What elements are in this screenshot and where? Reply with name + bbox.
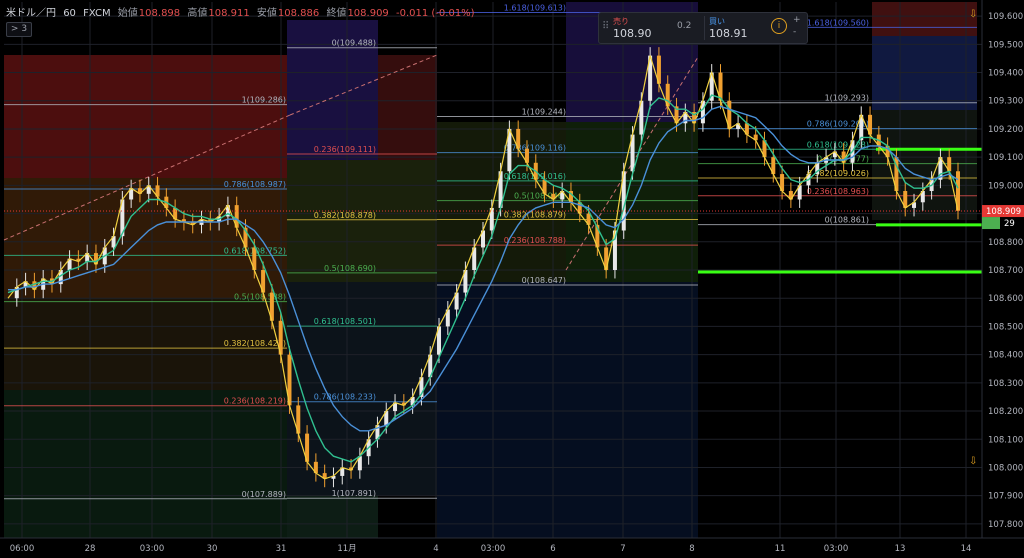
high-label: 高値 [187, 8, 208, 19]
open-value: 108.898 [138, 8, 181, 19]
price-tick-label: 108.500 [988, 322, 1023, 332]
fib-level-label: 0(109.488) [332, 39, 376, 48]
fib-level-label: 1.618(109.613) [504, 3, 566, 12]
fib-level-label: 0.236(108.963) [807, 187, 869, 196]
time-tick-label: 31 [276, 544, 287, 554]
time-tick-label: 11 [775, 544, 786, 554]
low-value: 108.886 [277, 8, 320, 19]
fib-level-label: 0.382(108.879) [504, 211, 566, 220]
scale-settings-icon[interactable]: ⇩ [969, 9, 977, 20]
fib-level-label: 0(107.889) [242, 490, 286, 499]
fib-level-label: 1(107.891) [332, 489, 376, 498]
price-tick-label: 109.600 [988, 12, 1023, 22]
fib-level-label: 0.5(108.690) [324, 264, 376, 273]
price-tick-label: 108.400 [988, 351, 1023, 361]
secondary-price-label: 29 [1004, 219, 1015, 229]
time-tick-label: 03:00 [481, 544, 506, 554]
fib-level-label: 0.382(108.878) [314, 211, 376, 220]
low-label: 安値 [256, 8, 277, 19]
price-tick-label: 108.800 [988, 238, 1023, 248]
buy-label: 買い [709, 17, 725, 26]
fib-level-label: 0.618(109.128) [807, 140, 869, 149]
time-tick-label: 11月 [337, 544, 356, 554]
buy-price: 108.91 [709, 27, 748, 40]
price-tick-label: 109.200 [988, 125, 1023, 135]
indicators-collapse-button[interactable]: > 3 [6, 22, 32, 37]
plus-button[interactable]: + [793, 15, 801, 25]
minus-button[interactable]: - [793, 27, 796, 37]
fib-zone-13 [872, 2, 977, 36]
fib-zone-5 [378, 55, 437, 160]
chart-canvas[interactable]: 1(109.286)0.786(108.987)0.618(108.752)0.… [0, 0, 1024, 558]
alert-icon[interactable]: ⇩ [969, 456, 977, 467]
fib-level-label: 1(109.286) [242, 96, 286, 105]
fib-zone-7 [287, 282, 437, 495]
time-tick-label: 13 [895, 544, 906, 554]
change-value: -0.011 (-0.01%) [395, 8, 475, 19]
fib-level-label: 0(108.647) [522, 276, 566, 285]
drag-handle-icon[interactable]: ⠿ [602, 21, 609, 32]
price-tick-label: 107.800 [988, 520, 1023, 530]
fib-level-label: 0.236(108.788) [504, 236, 566, 245]
trade-panel: ⠿ 売り 108.90 0.2 買い 108.91 i + - [598, 12, 808, 44]
sell-button[interactable]: 売り 108.90 [613, 16, 675, 40]
fib-level-label: 0.618(108.501) [314, 317, 376, 326]
time-tick-label: 03:00 [824, 544, 849, 554]
secondary-price-tag [982, 217, 1000, 230]
info-icon[interactable]: i [771, 18, 787, 34]
fib-level-label: 0.786(109.116) [504, 144, 566, 153]
fib-level-label: 0.786(108.987) [224, 180, 286, 189]
fib-level-label: 1(109.293) [825, 94, 869, 103]
close-label: 終値 [326, 8, 347, 19]
price-tick-label: 108.300 [988, 379, 1023, 389]
sell-label: 売り [613, 17, 629, 26]
source-label: FXCM [83, 8, 111, 19]
close-value: 108.909 [347, 8, 389, 19]
spread-value: 0.2 [677, 21, 692, 31]
time-tick-label: 6 [550, 544, 555, 554]
fib-level-label: 1.618(109.560) [807, 18, 869, 27]
fib-level-label: 0(108.861) [825, 216, 869, 225]
fib-level-label: 0.236(108.219) [224, 397, 286, 406]
open-label: 始値 [117, 8, 138, 19]
fib-level-label: 1(109.244) [522, 108, 566, 117]
price-tick-label: 108.000 [988, 463, 1023, 473]
price-tick-label: 108.600 [988, 294, 1023, 304]
price-tick-label: 107.900 [988, 492, 1023, 502]
fib-zone-3 [4, 390, 287, 538]
price-tick-label: 108.200 [988, 407, 1023, 417]
symbol-name[interactable]: 米ドル／円 [6, 8, 56, 19]
price-tick-label: 109.500 [988, 40, 1023, 50]
price-tick-label: 108.700 [988, 266, 1023, 276]
fib-zone-10 [437, 282, 698, 538]
interval-label[interactable]: 60 [63, 8, 76, 19]
time-tick-label: 03:00 [140, 544, 165, 554]
price-tick-label: 108.100 [988, 435, 1023, 445]
fib-zone-0 [4, 55, 287, 178]
high-value: 108.911 [208, 8, 250, 19]
time-tick-label: 8 [689, 544, 694, 554]
fib-level-label: 0.5(108.946) [514, 192, 566, 201]
buy-button[interactable]: 買い 108.91 [704, 16, 765, 40]
last-price-label: 108.909 [986, 207, 1021, 217]
fib-level-label: 0.786(108.233) [314, 393, 376, 402]
time-tick-label: 30 [207, 544, 218, 554]
time-tick-label: 28 [85, 544, 96, 554]
time-tick-label: 14 [961, 544, 972, 554]
price-tick-label: 109.100 [988, 153, 1023, 163]
fib-level-label: 0.236(109.111) [314, 145, 376, 154]
chart-header: 米ドル／円 60 FXCM 始値108.898 高値108.911 安値108.… [6, 4, 479, 19]
price-tick-label: 109.300 [988, 97, 1023, 107]
time-tick-label: 7 [620, 544, 625, 554]
fib-level-label: 0.5(108.588) [234, 293, 286, 302]
time-tick-label: 06:00 [10, 544, 35, 554]
time-tick-label: 4 [433, 544, 438, 554]
sell-price: 108.90 [613, 27, 652, 40]
price-tick-label: 109.400 [988, 69, 1023, 79]
fib-zone-8 [287, 495, 378, 538]
price-tick-label: 109.000 [988, 181, 1023, 191]
